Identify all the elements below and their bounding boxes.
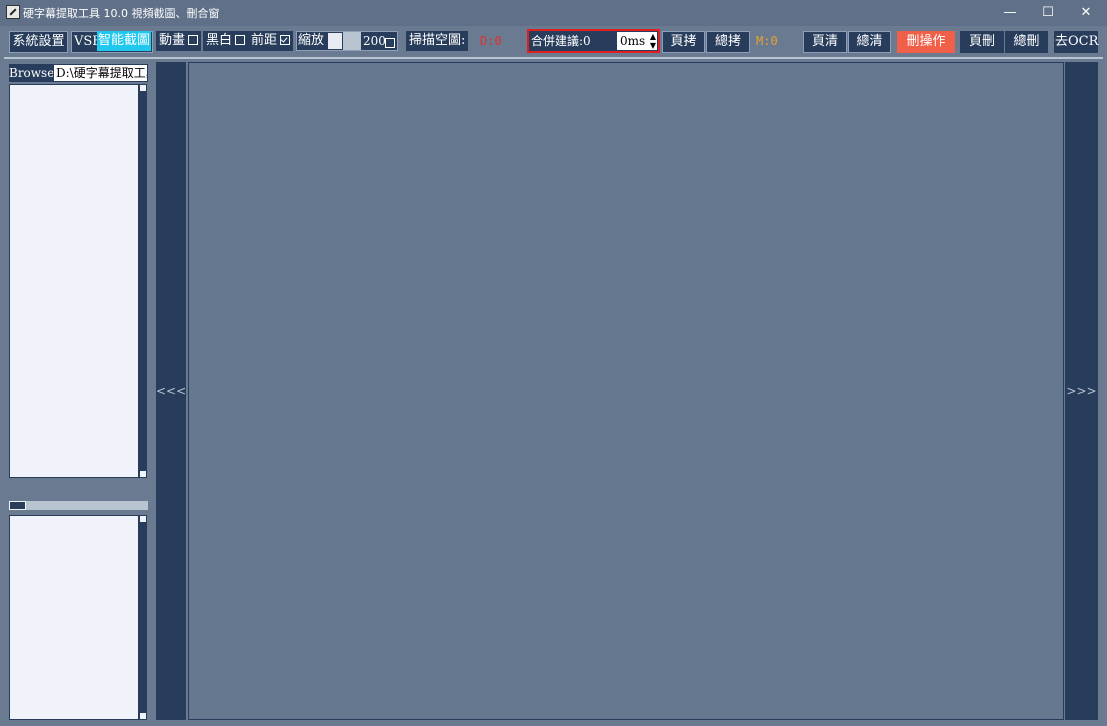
smart-capture-button[interactable]: 智能截圖 xyxy=(97,31,152,51)
spinner-arrows-icon[interactable]: ▲ ▼ xyxy=(650,32,656,50)
total-clear-button[interactable]: 總清 xyxy=(848,31,891,53)
prev-page-button[interactable]: <<< xyxy=(156,62,186,720)
zoom-value: 200 xyxy=(363,34,386,48)
zoom-checkbox[interactable] xyxy=(385,38,395,48)
motion-checkbox[interactable] xyxy=(188,34,199,45)
zoom-label: 縮放 xyxy=(298,33,325,48)
list-slider-thumb[interactable] xyxy=(9,501,26,510)
result-list[interactable] xyxy=(9,515,139,720)
scroll-down-icon[interactable] xyxy=(140,471,146,477)
toolbar: 系統設置 VSF 智能截圖 動畫 黑白 前距 縮放 200 掃描空圖: D:0 … xyxy=(0,26,1107,58)
scroll-up-icon[interactable] xyxy=(140,516,146,522)
scroll-down-icon[interactable] xyxy=(140,713,146,719)
motion-toggle[interactable]: 動畫 xyxy=(156,31,202,51)
vsf-smart-capture-group: VSF 智能截圖 xyxy=(71,31,153,53)
merge-ms-spinner[interactable]: 0ms ▲ ▼ xyxy=(617,32,657,50)
delete-operation-button[interactable]: 刪操作 xyxy=(897,31,955,53)
front-margin-checkbox[interactable] xyxy=(280,34,291,45)
minimize-button[interactable]: — xyxy=(991,0,1029,26)
zoom-slider-thumb[interactable] xyxy=(327,32,343,50)
page-delete-button[interactable]: 頁刪 xyxy=(960,31,1004,53)
total-delete-button[interactable]: 總刪 xyxy=(1005,31,1048,53)
path-field[interactable]: D:\硬字幕提取工具 xyxy=(53,64,148,82)
motion-label: 動畫 xyxy=(159,33,186,48)
merge-ms-value: 0ms xyxy=(620,34,646,48)
total-copy-button[interactable]: 總拷 xyxy=(706,31,750,53)
close-button[interactable]: ✕ xyxy=(1067,0,1105,26)
list-slider[interactable] xyxy=(9,501,148,510)
page-clear-button[interactable]: 頁清 xyxy=(803,31,847,53)
front-margin-toggle[interactable]: 前距 xyxy=(248,31,294,51)
zoom-group: 縮放 200 xyxy=(296,31,398,51)
image-canvas[interactable] xyxy=(188,62,1064,720)
m-value: M:0 xyxy=(756,34,778,48)
title-bar: 硬字幕提取工具 10.0 視頻截圖、刪合窗 — ☐ ✕ xyxy=(0,0,1107,26)
file-list[interactable] xyxy=(9,84,139,478)
bw-checkbox[interactable] xyxy=(235,34,246,45)
app-icon xyxy=(6,5,20,19)
zoom-slider-track[interactable] xyxy=(327,32,361,50)
result-list-scrollbar[interactable] xyxy=(139,515,147,720)
scan-empty-value: D:0 xyxy=(480,34,502,48)
front-margin-label: 前距 xyxy=(251,33,278,48)
bw-label: 黑白 xyxy=(206,33,233,48)
to-ocr-button[interactable]: 去OCR xyxy=(1054,31,1098,53)
bw-toggle[interactable]: 黑白 xyxy=(203,31,249,51)
file-list-scrollbar[interactable] xyxy=(139,84,147,478)
scroll-up-icon[interactable] xyxy=(140,85,146,91)
system-settings-button[interactable]: 系統設置 xyxy=(9,31,68,53)
next-page-button[interactable]: >>> xyxy=(1065,62,1098,720)
browse-button[interactable]: Browse xyxy=(9,64,54,82)
maximize-button[interactable]: ☐ xyxy=(1029,0,1067,26)
scan-empty-label: 掃描空圖: xyxy=(406,31,469,51)
page-copy-button[interactable]: 頁拷 xyxy=(662,31,705,53)
window-title: 硬字幕提取工具 10.0 視頻截圖、刪合窗 xyxy=(23,7,220,20)
merge-suggest-label: 合併建議:0 xyxy=(531,34,591,48)
merge-suggest-group: 合併建議:0 0ms ▲ ▼ xyxy=(527,29,660,53)
toolbar-divider xyxy=(4,57,1103,59)
